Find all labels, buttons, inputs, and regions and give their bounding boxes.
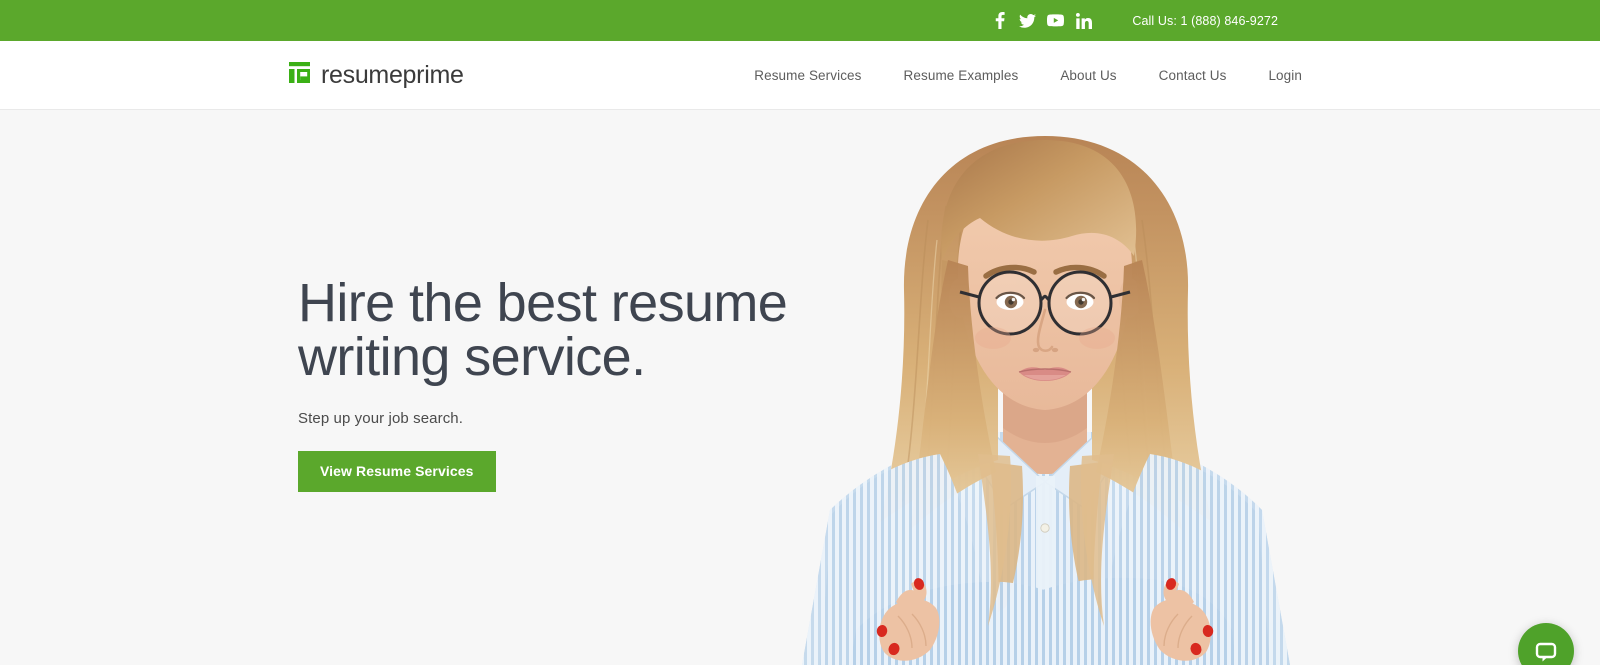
nav-item-resume-examples[interactable]: Resume Examples (883, 68, 1040, 83)
chat-bubble-icon (1533, 638, 1559, 664)
resumeprime-logo-mark-icon (288, 60, 313, 90)
nav-item-contact-us[interactable]: Contact Us (1138, 68, 1248, 83)
page-title: Hire the best resume writing service. (298, 276, 818, 384)
youtube-icon[interactable] (1047, 12, 1065, 29)
main-navigation: Resume Services Resume Examples About Us… (733, 68, 1302, 83)
hero-subtitle: Step up your job search. (298, 410, 463, 427)
site-header: resumeprime Resume Services Resume Examp… (0, 41, 1600, 110)
nav-item-resume-services[interactable]: Resume Services (733, 68, 882, 83)
hero-title-line-2: writing service. (298, 327, 646, 387)
site-logo[interactable]: resumeprime (288, 60, 464, 90)
linkedin-icon[interactable] (1075, 12, 1092, 29)
top-utility-bar: Call Us: 1 (888) 846-9272 (0, 0, 1600, 41)
twitter-icon[interactable] (1019, 12, 1037, 29)
nav-item-about-us[interactable]: About Us (1039, 68, 1137, 83)
hero-copy-block: Hire the best resume writing service. St… (298, 276, 818, 492)
nav-item-login[interactable]: Login (1247, 68, 1302, 83)
hero-title-line-1: Hire the best resume (298, 273, 788, 333)
hero-portrait-image (790, 110, 1300, 665)
view-resume-services-button[interactable]: View Resume Services (298, 451, 496, 492)
call-us-phone[interactable]: Call Us: 1 (888) 846-9272 (1132, 14, 1278, 28)
hero-section: Hire the best resume writing service. St… (0, 110, 1600, 665)
facebook-icon[interactable] (991, 12, 1008, 29)
social-links (991, 12, 1092, 29)
logo-wordmark: resumeprime (321, 60, 464, 89)
